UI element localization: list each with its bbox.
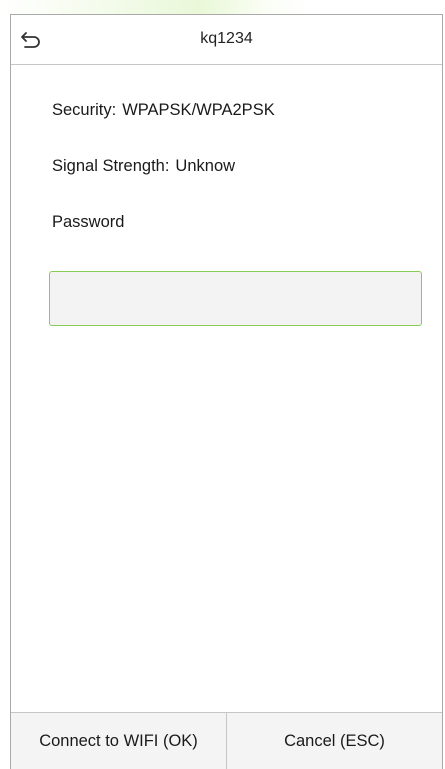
connect-wifi-button[interactable]: Connect to WIFI (OK) — [11, 713, 227, 769]
signal-strength-value: Unknow — [175, 157, 236, 175]
security-label: Security: — [52, 101, 117, 119]
page-title: kq1234 — [200, 30, 253, 47]
password-label: Password — [52, 213, 125, 231]
footer-bar: Connect to WIFI (OK) Cancel (ESC) — [11, 712, 442, 769]
security-row: Security: WPAPSK/WPA2PSK — [52, 101, 275, 120]
title-bar: kq1234 — [11, 15, 442, 65]
password-input[interactable] — [49, 271, 422, 326]
signal-strength-row: Signal Strength: Unknow — [52, 157, 235, 176]
security-value: WPAPSK/WPA2PSK — [122, 101, 275, 119]
signal-strength-label: Signal Strength: — [52, 157, 170, 175]
wifi-connect-screen: kq1234 Security: WPAPSK/WPA2PSK Signal St… — [0, 0, 445, 769]
cancel-button[interactable]: Cancel (ESC) — [227, 713, 442, 769]
dialog-frame: kq1234 Security: WPAPSK/WPA2PSK Signal St… — [10, 14, 443, 769]
watermark-band — [0, 0, 445, 14]
